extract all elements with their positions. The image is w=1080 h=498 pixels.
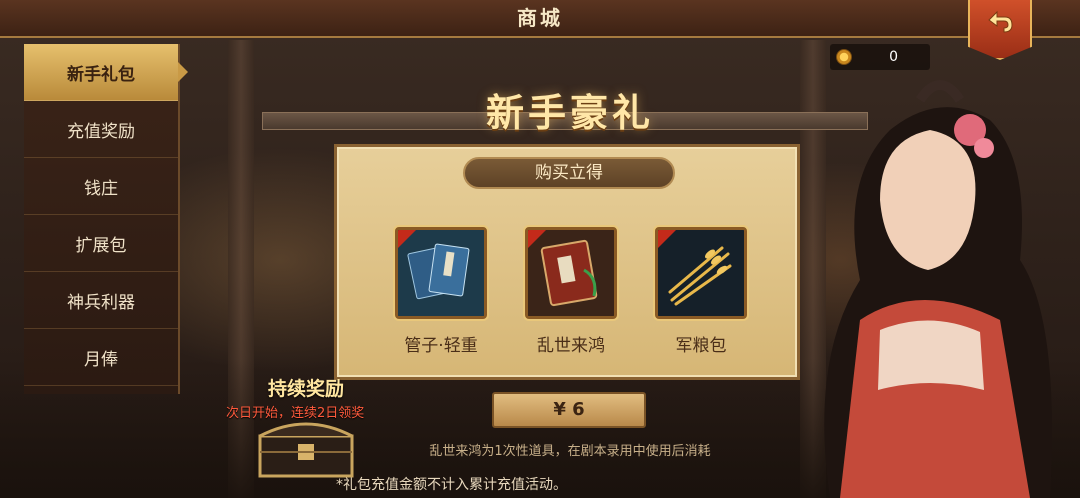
reward-chest[interactable] <box>252 418 360 478</box>
sidebar-item-expansion[interactable]: 扩展包 <box>24 215 178 272</box>
sidebar-item-weapons[interactable]: 神兵利器 <box>24 272 178 329</box>
item-frame <box>525 227 617 319</box>
sidebar: 新手礼包 充值奖励 钱庄 扩展包 神兵利器 月俸 <box>24 44 188 394</box>
gift-panel: 购买立得 管子·轻重 乱世来鸿 军粮包 <box>334 144 800 380</box>
footnote: *礼包充值金额不计入累计充值活动。 <box>336 477 567 493</box>
reward-subtitle: 次日开始，连续2日领奖 <box>226 406 365 421</box>
treasure-chest-icon <box>258 422 354 478</box>
page-title: 商城 <box>517 6 563 30</box>
sidebar-item-label: 月俸 <box>84 349 118 370</box>
gift-item[interactable]: 管子·轻重 <box>395 227 487 356</box>
buy-button[interactable]: ¥ 6 <box>492 392 646 428</box>
character-illustration <box>824 80 1052 498</box>
gift-item[interactable]: 军粮包 <box>655 227 747 356</box>
item-note: 乱世来鸿为1次性道具，在剧本录用中使用后消耗 <box>429 444 711 459</box>
sidebar-item-label: 钱庄 <box>84 178 118 199</box>
item-frame <box>395 227 487 319</box>
sidebar-item-label: 新手礼包 <box>67 64 135 85</box>
wheat-icon <box>658 230 744 316</box>
item-label: 军粮包 <box>675 336 727 356</box>
gift-heading: 新手豪礼 <box>485 90 654 135</box>
sidebar-item-label: 神兵利器 <box>67 292 135 313</box>
sidebar-item-label: 充值奖励 <box>67 121 135 142</box>
book-icon <box>398 230 484 316</box>
sidebar-item-newbie-pack[interactable]: 新手礼包 <box>24 44 188 101</box>
item-label: 管子·轻重 <box>404 336 478 356</box>
sidebar-item-label: 扩展包 <box>75 235 127 256</box>
back-arrow-icon <box>988 10 1013 33</box>
gift-subheading: 购买立得 <box>463 157 675 189</box>
top-bar: 商城 <box>0 0 1080 38</box>
sidebar-item-salary[interactable]: 月俸 <box>24 329 178 386</box>
reward-title: 持续奖励 <box>268 378 345 400</box>
item-label: 乱世来鸿 <box>537 336 605 356</box>
item-frame <box>655 227 747 319</box>
sidebar-item-bank[interactable]: 钱庄 <box>24 158 178 215</box>
sidebar-item-recharge-reward[interactable]: 充值奖励 <box>24 101 178 158</box>
gift-item[interactable]: 乱世来鸿 <box>525 227 617 356</box>
scroll-icon <box>528 230 614 316</box>
